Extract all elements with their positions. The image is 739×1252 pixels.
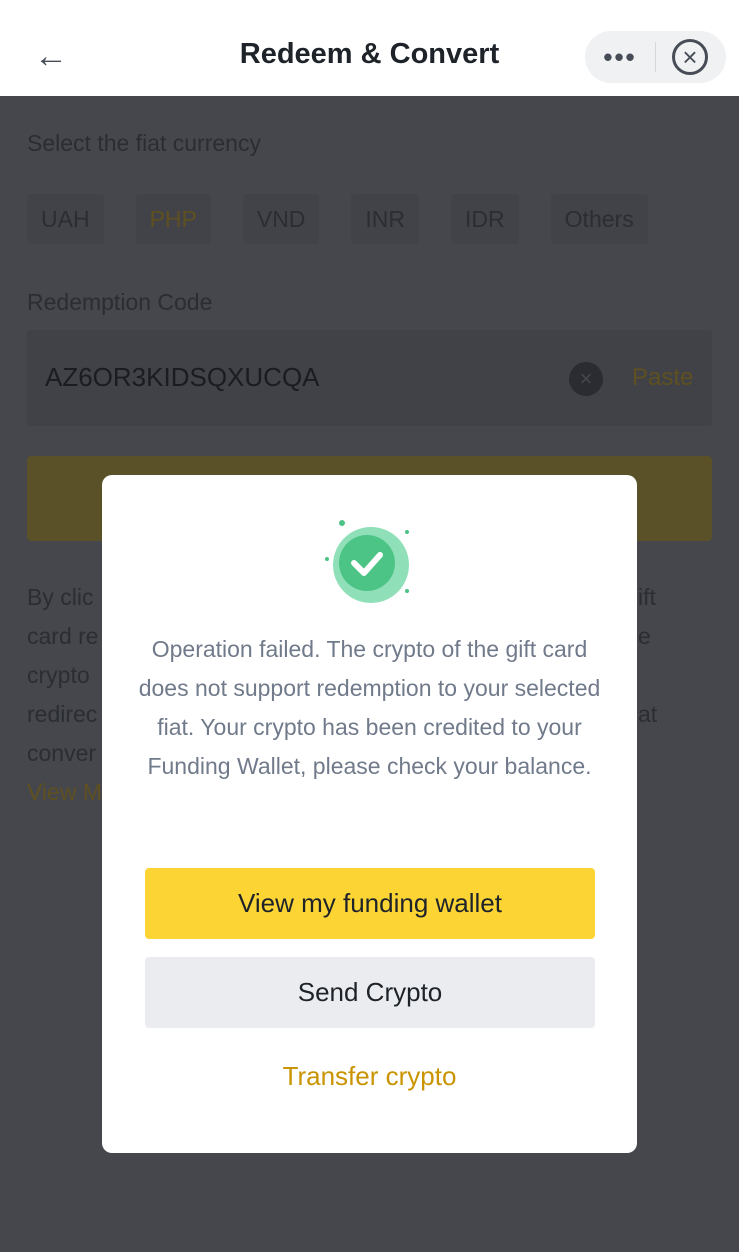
currency-uah[interactable]: UAH [27,194,104,244]
dialog-message: Operation failed. The crypto of the gift… [138,636,601,779]
disclaimer-fragment: card re [27,623,99,649]
currency-inr[interactable]: INR [351,194,420,244]
result-dialog: Operation failed. The crypto of the gift… [102,475,637,1153]
capsule-menu: ••• × [585,31,726,83]
header: ← Redeem & Convert ••• × [0,0,739,96]
code-label: Redemption Code [27,289,213,315]
more-dots-icon[interactable]: ••• [585,44,655,70]
close-circle-icon[interactable]: × [672,39,708,75]
currency-vnd[interactable]: VND [242,194,320,244]
disclaimer-fragment: ift [638,584,656,610]
redemption-code-input[interactable]: AZ6OR3KIDSQXUCQA × Paste [27,330,712,426]
transfer-crypto-link[interactable]: Transfer crypto [102,1061,637,1092]
send-crypto-button[interactable]: Send Crypto [145,957,595,1028]
disclaimer-fragment: at [638,701,658,727]
view-more-link[interactable]: View M [27,779,102,806]
currency-idr[interactable]: IDR [451,194,519,244]
divider [655,42,656,72]
paste-button[interactable]: Paste [632,364,693,392]
view-funding-wallet-button[interactable]: View my funding wallet [145,868,595,939]
code-value: AZ6OR3KIDSQXUCQA [45,362,320,392]
currency-others[interactable]: Others [550,194,648,244]
disclaimer-fragment: conver [27,740,97,766]
disclaimer-fragment: e [638,623,651,649]
clear-icon[interactable]: × [569,362,603,396]
currency-php[interactable]: PHP [135,194,211,244]
currency-chips: UAH PHP VND INR IDR Others [27,194,648,244]
disclaimer-fragment: crypto [27,662,90,688]
disclaimer-fragment: redirec [27,701,98,727]
fiat-label: Select the fiat currency [27,130,261,156]
disclaimer-fragment: By clic [27,584,94,610]
success-check-icon [325,520,409,603]
